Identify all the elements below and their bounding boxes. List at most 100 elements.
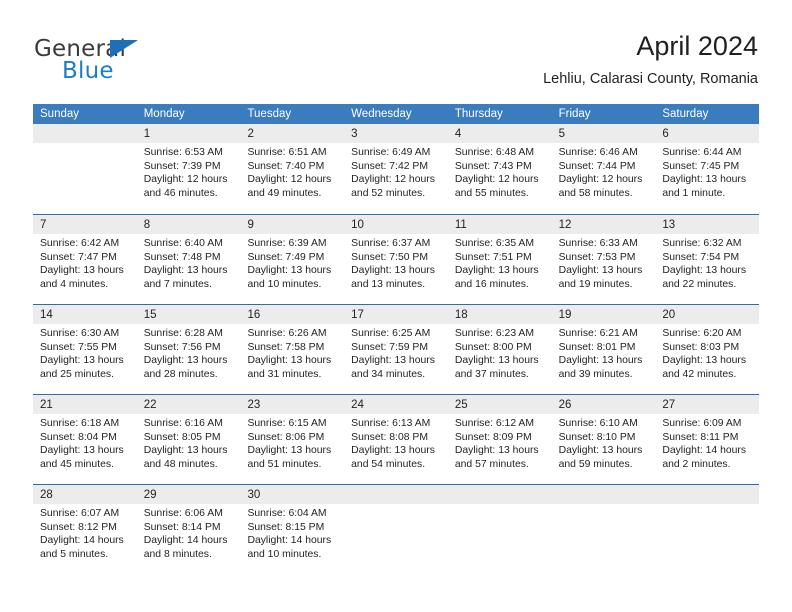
day-details: Sunrise: 6:51 AM Sunset: 7:40 PM Daylight:… <box>240 143 344 200</box>
day-details: Sunrise: 6:30 AM Sunset: 7:55 PM Daylight:… <box>33 324 137 381</box>
daylight-text: Daylight: 12 hours <box>143 174 228 186</box>
day-number-band: 18 <box>447 305 552 324</box>
day-number-band: 10 <box>344 215 448 234</box>
sunrise-text: Sunrise: 6:49 AM <box>351 147 431 158</box>
general-blue-logo[interactable]: General Blue <box>34 36 214 84</box>
calendar-day-cell[interactable]: 26 Sunrise: 6:10 AM Sunset: 8:10 PM Dayligh… <box>551 395 656 484</box>
calendar-day-cell[interactable]: 8 Sunrise: 6:40 AM Sunset: 7:48 PM Daylight… <box>136 215 241 304</box>
daylight-text: Daylight: 13 hours <box>454 265 539 277</box>
day-details: Sunrise: 6:23 AM Sunset: 8:00 PM Daylight:… <box>448 324 552 381</box>
day-number: 12 <box>558 219 572 231</box>
sunset-text: Sunset: 7:55 PM <box>40 341 117 353</box>
day-number: 15 <box>143 309 157 321</box>
day-number-band: 16 <box>240 305 345 324</box>
day-number-band: 28 <box>33 485 137 504</box>
daylight-text: Daylight: 12 hours <box>351 174 435 186</box>
calendar-day-cell[interactable]: 27 Sunrise: 6:09 AM Sunset: 8:11 PM Dayligh… <box>655 395 760 484</box>
daylight-text: Daylight: 13 hours <box>662 174 747 186</box>
daylight-text: Daylight: 14 hours <box>247 535 332 547</box>
day-number-band: 24 <box>344 395 448 414</box>
day-number-band: 30 <box>240 485 345 504</box>
sunrise-text: Sunrise: 6:26 AM <box>247 328 327 339</box>
sunrise-text: Sunrise: 6:25 AM <box>351 328 431 339</box>
daylight-text: and 31 minutes. <box>247 368 322 380</box>
calendar-day-cell[interactable]: 3 Sunrise: 6:49 AM Sunset: 7:42 PM Daylight… <box>344 124 448 214</box>
day-number-band: 5 <box>551 124 656 143</box>
calendar-day-cell[interactable]: 19 Sunrise: 6:21 AM Sunset: 8:01 PM Dayligh… <box>551 305 656 394</box>
day-details: Sunrise: 6:07 AM Sunset: 8:12 PM Daylight:… <box>33 504 137 561</box>
day-number: 18 <box>454 309 468 321</box>
daylight-text: Daylight: 13 hours <box>247 265 332 277</box>
day-number: 24 <box>351 399 364 411</box>
calendar-day-cell[interactable]: 28 Sunrise: 6:07 AM Sunset: 8:12 PM Dayligh… <box>33 485 137 580</box>
calendar-day-cell[interactable]: 5 Sunrise: 6:46 AM Sunset: 7:44 PM Daylight… <box>551 124 656 214</box>
sunset-text: Sunset: 8:04 PM <box>40 431 117 443</box>
sunset-text: Sunset: 7:56 PM <box>143 341 221 353</box>
calendar-page: General Blue April 2024 Lehliu, Calarasi… <box>0 0 792 612</box>
day-details: Sunrise: 6:25 AM Sunset: 7:59 PM Daylight:… <box>344 324 448 381</box>
daylight-text: and 10 minutes. <box>247 548 322 560</box>
sunset-text: Sunset: 8:15 PM <box>247 521 325 533</box>
calendar-day-cell[interactable]: 11 Sunrise: 6:35 AM Sunset: 7:51 PM Dayligh… <box>447 215 552 304</box>
calendar-day-cell[interactable]: 22 Sunrise: 6:16 AM Sunset: 8:05 PM Dayligh… <box>136 395 241 484</box>
calendar-day-cell[interactable]: 12 Sunrise: 6:33 AM Sunset: 7:53 PM Dayligh… <box>551 215 656 304</box>
sunrise-text: Sunrise: 6:06 AM <box>143 508 223 519</box>
sunrise-text: Sunrise: 6:32 AM <box>662 238 742 249</box>
sunset-text: Sunset: 7:39 PM <box>143 160 221 172</box>
weekday-header-sunday: Sunday <box>40 108 80 120</box>
calendar-day-cell[interactable]: 1 Sunrise: 6:53 AM Sunset: 7:39 PM Daylight… <box>136 124 241 214</box>
daylight-text: and 10 minutes. <box>247 278 322 290</box>
daylight-text: and 51 minutes. <box>247 458 322 470</box>
daylight-text: and 5 minutes. <box>40 548 109 560</box>
calendar-day-cell[interactable]: 21 Sunrise: 6:18 AM Sunset: 8:04 PM Dayligh… <box>33 395 137 484</box>
weekday-header-tuesday: Tuesday <box>247 108 292 120</box>
daylight-text: and 39 minutes. <box>558 368 633 380</box>
daylight-text: and 54 minutes. <box>351 458 426 470</box>
daylight-text: and 28 minutes. <box>143 368 218 380</box>
day-number-band: 7 <box>33 215 137 234</box>
daylight-text: Daylight: 12 hours <box>454 174 539 186</box>
calendar-day-cell[interactable]: 30 Sunrise: 6:04 AM Sunset: 8:15 PM Dayligh… <box>240 485 345 580</box>
day-number-band: 21 <box>33 395 137 414</box>
daylight-text: Daylight: 14 hours <box>662 445 747 457</box>
calendar-day-cell[interactable]: 23 Sunrise: 6:15 AM Sunset: 8:06 PM Dayligh… <box>240 395 345 484</box>
day-number-band: 22 <box>136 395 241 414</box>
sunrise-text: Sunrise: 6:23 AM <box>454 328 535 339</box>
calendar-day-cell[interactable]: 14 Sunrise: 6:30 AM Sunset: 7:55 PM Dayligh… <box>33 305 137 394</box>
calendar-day-cell[interactable]: 13 Sunrise: 6:32 AM Sunset: 7:54 PM Dayligh… <box>655 215 760 304</box>
day-number: 26 <box>558 399 572 411</box>
weekday-header-saturday: Saturday <box>662 108 709 120</box>
day-number-band: 17 <box>344 305 448 324</box>
calendar-day-cell[interactable]: 2 Sunrise: 6:51 AM Sunset: 7:40 PM Daylight… <box>240 124 345 214</box>
calendar-day-cell[interactable]: 16 Sunrise: 6:26 AM Sunset: 7:58 PM Dayligh… <box>240 305 345 394</box>
calendar-day-cell[interactable]: 24 Sunrise: 6:13 AM Sunset: 8:08 PM Dayligh… <box>344 395 448 484</box>
calendar-day-cell[interactable]: 25 Sunrise: 6:12 AM Sunset: 8:09 PM Dayligh… <box>447 395 552 484</box>
daylight-text: and 25 minutes. <box>40 368 114 380</box>
calendar-day-cell[interactable]: 20 Sunrise: 6:20 AM Sunset: 8:03 PM Dayligh… <box>655 305 760 394</box>
sunrise-text: Sunrise: 6:15 AM <box>247 418 327 429</box>
day-details: Sunrise: 6:16 AM Sunset: 8:05 PM Daylight:… <box>137 414 241 471</box>
calendar-day-cell[interactable]: 29 Sunrise: 6:06 AM Sunset: 8:14 PM Dayligh… <box>136 485 241 580</box>
day-details: Sunrise: 6:26 AM Sunset: 7:58 PM Daylight:… <box>240 324 344 381</box>
calendar-day-cell[interactable]: 4 Sunrise: 6:48 AM Sunset: 7:43 PM Daylight… <box>447 124 552 214</box>
calendar-day-cell[interactable]: 18 Sunrise: 6:23 AM Sunset: 8:00 PM Dayligh… <box>447 305 552 394</box>
calendar-day-cell[interactable]: 15 Sunrise: 6:28 AM Sunset: 7:56 PM Dayligh… <box>136 305 241 394</box>
weekday-header-row: Sunday Monday Tuesday Wednesday Thursday Frid… <box>33 104 759 124</box>
daylight-text: and 57 minutes. <box>454 458 529 470</box>
calendar-day-cell[interactable]: 9 Sunrise: 6:39 AM Sunset: 7:49 PM Daylight… <box>240 215 345 304</box>
calendar-day-cell[interactable]: 7 Sunrise: 6:42 AM Sunset: 7:47 PM Daylight… <box>33 215 137 304</box>
calendar-week-row: 7 Sunrise: 6:42 AM Sunset: 7:47 PM Daylight… <box>33 214 760 304</box>
calendar-day-cell[interactable]: 10 Sunrise: 6:37 AM Sunset: 7:50 PM Dayligh… <box>344 215 448 304</box>
daylight-text: and 7 minutes. <box>143 278 212 290</box>
daylight-text: Daylight: 13 hours <box>454 445 539 457</box>
daylight-text: Daylight: 12 hours <box>247 174 332 186</box>
daylight-text: Daylight: 13 hours <box>247 445 332 457</box>
calendar-day-cell[interactable]: 17 Sunrise: 6:25 AM Sunset: 7:59 PM Dayligh… <box>344 305 448 394</box>
calendar-week-row: 21 Sunrise: 6:18 AM Sunset: 8:04 PM Dayligh… <box>33 394 760 484</box>
calendar-day-cell[interactable]: 6 Sunrise: 6:44 AM Sunset: 7:45 PM Daylight… <box>655 124 760 214</box>
day-number-band: 29 <box>136 485 241 504</box>
sunset-text: Sunset: 7:44 PM <box>558 160 636 172</box>
day-number: 2 <box>247 128 254 140</box>
sunrise-text: Sunrise: 6:51 AM <box>247 147 327 158</box>
page-title: April 2024 <box>636 31 758 61</box>
